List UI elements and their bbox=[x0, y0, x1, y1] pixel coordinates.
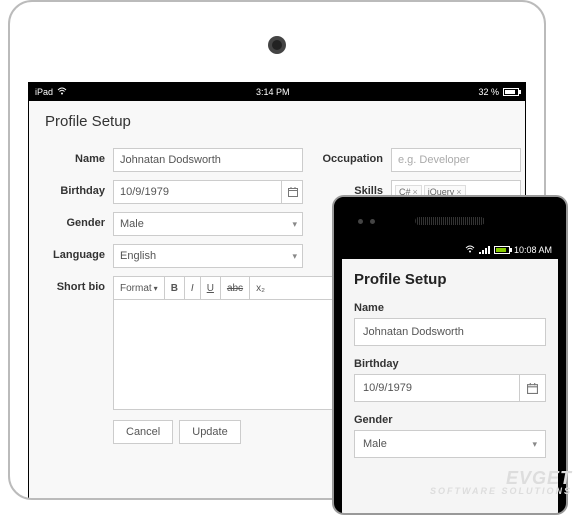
calendar-icon[interactable] bbox=[519, 375, 545, 401]
battery-label: 32 % bbox=[478, 87, 499, 97]
name-input[interactable]: Johnatan Dodsworth bbox=[354, 318, 546, 346]
phone-speaker bbox=[415, 217, 485, 225]
gender-select[interactable]: Male bbox=[113, 212, 303, 236]
bold-button[interactable]: B bbox=[165, 277, 185, 299]
chevron-down-icon[interactable]: ▾ bbox=[292, 244, 297, 268]
chevron-down-icon[interactable]: ▾ bbox=[292, 212, 297, 236]
chevron-down-icon: ▾ bbox=[154, 284, 158, 293]
ipad-camera bbox=[272, 40, 282, 50]
label-birthday: Birthday bbox=[354, 358, 546, 370]
phone-device: 10:08 AM Profile Setup Name Johnatan Dod… bbox=[332, 195, 568, 515]
wifi-icon bbox=[465, 245, 475, 255]
gender-select[interactable]: Male ▾ bbox=[354, 430, 546, 458]
occupation-input[interactable]: e.g. Developer bbox=[391, 148, 521, 172]
phone-top bbox=[334, 197, 566, 241]
label-name: Name bbox=[45, 148, 105, 172]
format-dropdown[interactable]: Format ▾ bbox=[114, 277, 165, 299]
battery-icon bbox=[494, 246, 510, 254]
birthday-input[interactable]: 10/9/1979 bbox=[113, 180, 303, 204]
language-select[interactable]: English bbox=[113, 244, 303, 268]
calendar-icon[interactable] bbox=[281, 180, 303, 204]
signal-icon bbox=[479, 246, 490, 254]
label-name: Name bbox=[354, 302, 546, 314]
statusbar-time: 10:08 AM bbox=[514, 245, 552, 255]
italic-button[interactable]: I bbox=[185, 277, 201, 299]
label-occupation: Occupation bbox=[311, 148, 383, 172]
page-title: Profile Setup bbox=[354, 271, 546, 288]
underline-button[interactable]: U bbox=[201, 277, 221, 299]
label-gender: Gender bbox=[45, 212, 105, 236]
phone-screen: 10:08 AM Profile Setup Name Johnatan Dod… bbox=[342, 241, 558, 513]
label-gender: Gender bbox=[354, 414, 546, 426]
label-shortbio: Short bio bbox=[45, 276, 105, 410]
device-label: iPad bbox=[35, 87, 53, 97]
label-birthday: Birthday bbox=[45, 180, 105, 204]
wifi-icon bbox=[57, 87, 67, 97]
chevron-down-icon[interactable]: ▾ bbox=[532, 439, 537, 450]
statusbar-time: 3:14 PM bbox=[256, 87, 290, 97]
strike-button[interactable]: abc bbox=[221, 277, 250, 299]
ipad-statusbar: iPad 3:14 PM 32 % bbox=[29, 83, 525, 101]
phone-content: Profile Setup Name Johnatan Dodsworth Bi… bbox=[342, 259, 558, 482]
phone-statusbar: 10:08 AM bbox=[342, 241, 558, 259]
name-input[interactable]: Johnatan Dodsworth bbox=[113, 148, 303, 172]
label-language: Language bbox=[45, 244, 105, 268]
cancel-button[interactable]: Cancel bbox=[113, 420, 173, 444]
battery-icon bbox=[503, 88, 519, 96]
page-title: Profile Setup bbox=[45, 113, 509, 130]
birthday-input[interactable]: 10/9/1979 bbox=[354, 374, 546, 402]
subscript-button[interactable]: x₂ bbox=[250, 277, 271, 299]
update-button[interactable]: Update bbox=[179, 420, 240, 444]
